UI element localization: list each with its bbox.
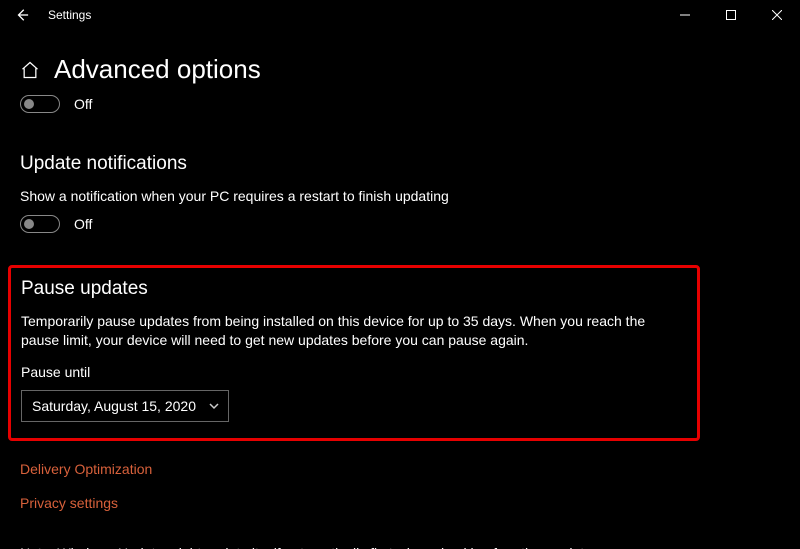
update-notifications-desc: Show a notification when your PC require…: [20, 187, 780, 205]
advanced-options-toggle-row: Off: [20, 95, 780, 113]
page-title: Advanced options: [54, 54, 261, 85]
page-content: Advanced options Off Update notification…: [0, 30, 800, 549]
maximize-icon: [726, 10, 736, 20]
maximize-button[interactable]: [708, 0, 754, 30]
minimize-icon: [680, 10, 690, 20]
close-icon: [772, 10, 782, 20]
titlebar: Settings: [0, 0, 800, 30]
delivery-optimization-link[interactable]: Delivery Optimization: [20, 461, 152, 477]
pause-until-label: Pause until: [21, 364, 687, 380]
home-icon: [20, 60, 40, 80]
update-notifications-title: Update notifications: [20, 153, 780, 175]
minimize-button[interactable]: [662, 0, 708, 30]
pause-updates-desc: Temporarily pause updates from being ins…: [21, 312, 681, 350]
advanced-options-toggle-label: Off: [74, 96, 92, 112]
privacy-settings-link[interactable]: Privacy settings: [20, 495, 118, 511]
pause-until-select[interactable]: Saturday, August 15, 2020: [21, 390, 229, 422]
update-note: Note: Windows Update might update itself…: [20, 545, 780, 549]
update-notifications-toggle[interactable]: [20, 215, 60, 233]
back-button[interactable]: [8, 1, 36, 29]
update-notifications-toggle-label: Off: [74, 216, 92, 232]
pause-until-value: Saturday, August 15, 2020: [32, 398, 196, 414]
pause-updates-section: Pause updates Temporarily pause updates …: [8, 265, 700, 441]
pause-updates-title: Pause updates: [21, 278, 687, 300]
page-header: Advanced options: [20, 54, 780, 85]
window-controls: [662, 0, 800, 30]
chevron-down-icon: [208, 400, 220, 412]
back-arrow-icon: [15, 8, 29, 22]
window-title: Settings: [36, 8, 91, 22]
update-notifications-toggle-row: Off: [20, 215, 780, 233]
advanced-options-toggle[interactable]: [20, 95, 60, 113]
close-button[interactable]: [754, 0, 800, 30]
